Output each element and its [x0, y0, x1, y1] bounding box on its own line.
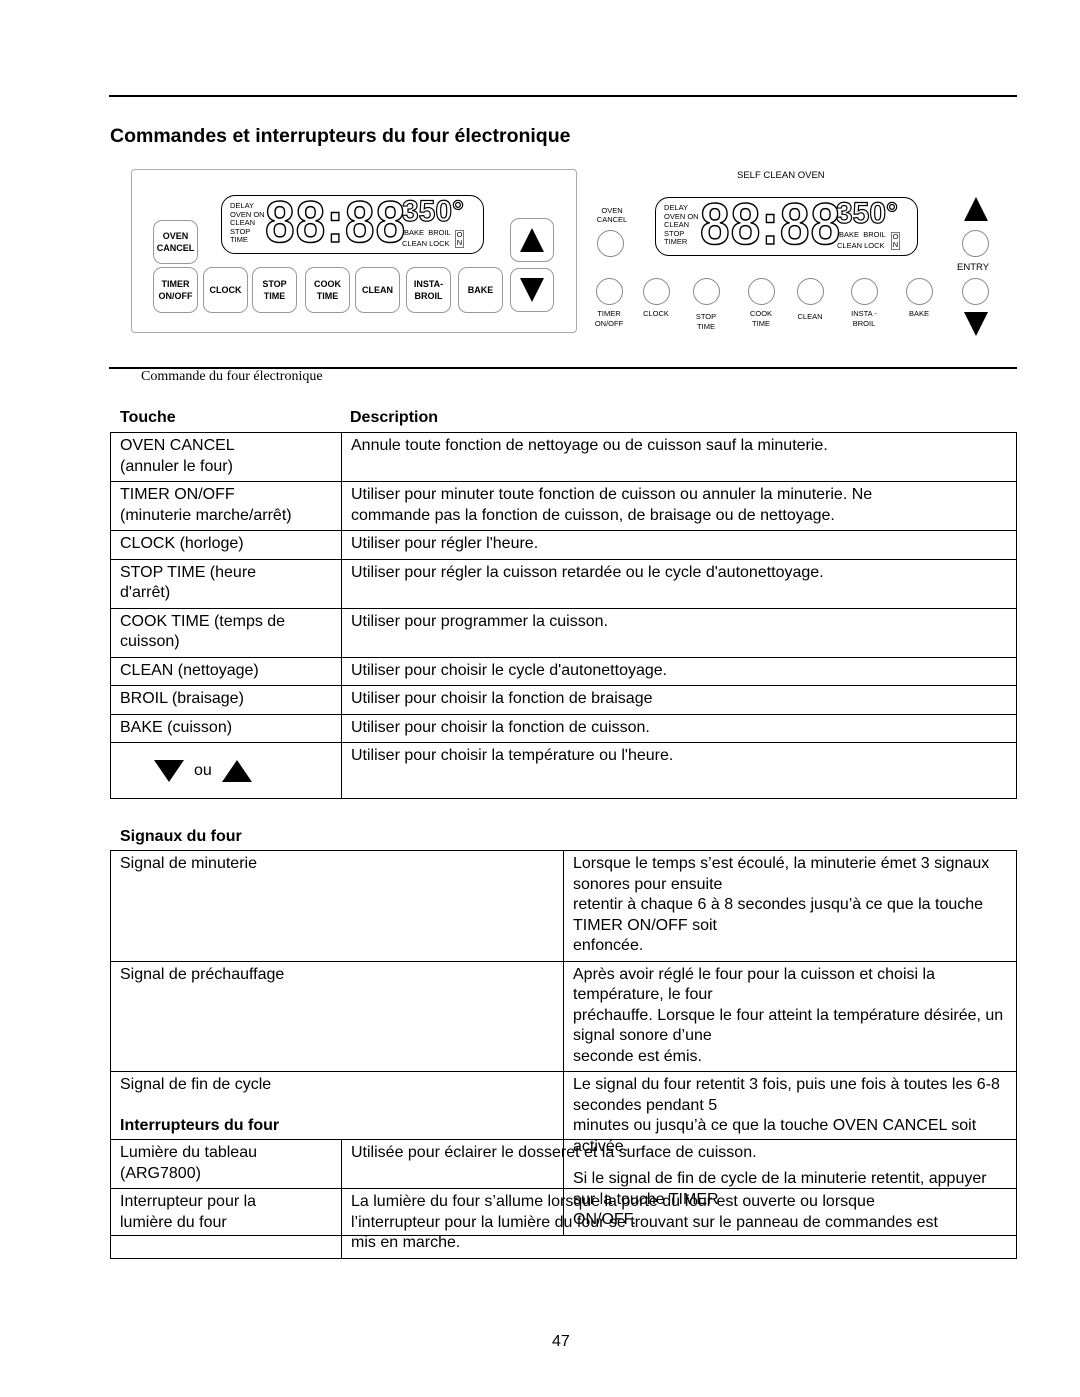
clean-lock-indicator: CLEAN LOCK: [402, 239, 450, 248]
description-cell: Utilisée pour éclairer le dosseret et la…: [341, 1139, 1017, 1189]
clock-key: CLOCK: [203, 267, 248, 313]
label-cell: CLOCK (horloge): [110, 530, 342, 560]
entry-down-pad: [962, 278, 989, 305]
bake-indicator-2: BAKE: [839, 230, 860, 239]
description-cell: Utiliser pour minuter toute fonction de …: [341, 481, 1017, 531]
bake-key: BAKE: [458, 267, 503, 313]
oven-cancel-key: OVEN CANCEL: [153, 220, 198, 264]
broil-indicator-2: BROIL: [863, 230, 886, 239]
bake-indicator: BAKE: [404, 228, 425, 237]
description-cell: Utiliser pour régler la cuisson retardée…: [341, 558, 1017, 609]
display-status-labels-2: DELAY OVEN ON CLEAN STOP TIMER: [664, 203, 699, 247]
clock-digits-2: 88:88: [699, 192, 842, 257]
key-pad: [906, 278, 933, 305]
panel-heading: SELF CLEAN OVEN: [737, 170, 825, 181]
page-number: 47: [552, 1333, 570, 1350]
description-header: Description: [350, 409, 439, 426]
description-cell: Utiliser pour choisir le cycle d'autonet…: [341, 656, 1017, 686]
down-arrow-icon: [520, 278, 544, 302]
table-row: CLOCK (horloge) Utiliser pour régler l'he…: [110, 530, 1017, 560]
table-row: Interrupteur pour la lumière du four La l…: [110, 1188, 1017, 1259]
table-row: TIMER ON/OFF (minuterie marche/arrêt) Uti…: [110, 481, 1017, 531]
up-arrow-icon: [964, 197, 988, 221]
broil-indicator: BROIL: [428, 228, 451, 237]
key-pad: [693, 278, 720, 305]
stop-time-key: STOP TIME: [252, 267, 297, 313]
clean-lock-indicator-2: CLEAN LOCK: [837, 241, 885, 250]
cook-time-key: COOK TIME: [305, 267, 350, 313]
table-row: Signal de préchauffage Après avoir réglé …: [110, 960, 1017, 1072]
key-label: INSTA - BROIL: [851, 309, 877, 328]
description-cell: Lorsque le temps s’est écoulé, la minute…: [563, 850, 1017, 962]
entry-up-pad: [962, 230, 989, 257]
key-label: BAKE: [908, 309, 929, 318]
description-cell: Utiliser pour choisir la fonction de bra…: [341, 685, 1017, 715]
label-cell: Signal de préchauffage: [110, 960, 564, 1072]
clean-key: CLEAN: [355, 267, 400, 313]
table-row: Lumière du tableau (ARG7800) Utilisée pou…: [110, 1139, 1017, 1189]
key-label: STOP TIME: [695, 312, 717, 331]
page-title: Commandes et interrupteurs du four élect…: [110, 125, 571, 147]
table-row: CLEAN (nettoyage) Utiliser pour choisir l…: [110, 656, 1017, 686]
description-cell: Utiliser pour régler l'heure.: [341, 530, 1017, 560]
on-indicator-2: ON: [891, 232, 900, 250]
figure-caption: Commande du four électronique: [141, 369, 323, 384]
ou-text: ou: [194, 761, 212, 779]
display-status-labels: DELAY OVEN ON CLEAN STOP TIME: [230, 201, 265, 245]
up-arrow-icon: [520, 228, 544, 252]
label-cell: TIMER ON/OFF (minuterie marche/arrêt): [110, 481, 342, 531]
clock-digits: 88:88: [264, 190, 407, 255]
description-cell: Annule toute fonction de nettoyage ou de…: [341, 432, 1017, 482]
description-cell: La lumière du four s’allume lorsque la p…: [341, 1188, 1017, 1259]
key-pad: [643, 278, 670, 305]
keys-table: OVEN CANCEL (annuler le four) Annule tout…: [110, 432, 1017, 799]
label-cell: Interrupteur pour la lumière du four: [110, 1188, 342, 1259]
description-cell: Utiliser pour programmer la cuisson.: [341, 607, 1017, 658]
table-row-arrows: ou Utiliser pour choisir la température o…: [110, 742, 1017, 799]
label-cell: OVEN CANCEL (annuler le four): [110, 432, 342, 482]
label-cell: Lumière du tableau (ARG7800): [110, 1139, 342, 1189]
label-cell: BROIL (braisage): [110, 685, 342, 715]
key-pad: [797, 278, 824, 305]
description-cell: Utiliser pour choisir la fonction de cui…: [341, 713, 1017, 743]
table-row: STOP TIME (heure d'arrêt) Utiliser pour r…: [110, 558, 1017, 609]
table-row: BAKE (cuisson) Utiliser pour choisir la f…: [110, 713, 1017, 743]
key-pad: [748, 278, 775, 305]
key-pad: [596, 278, 623, 305]
temp-digits-2: 350°: [835, 197, 899, 230]
oven-cancel-pad: [597, 230, 624, 257]
table-row: OVEN CANCEL (annuler le four) Annule tout…: [110, 432, 1017, 482]
up-key: [510, 218, 554, 262]
entry-label: ENTRY: [957, 262, 990, 273]
down-arrow-icon: [964, 312, 988, 336]
label-cell: CLEAN (nettoyage): [110, 656, 342, 686]
down-arrow-icon: [154, 760, 184, 782]
label-cell: COOK TIME (temps de cuisson): [110, 607, 342, 658]
label-cell: STOP TIME (heure d'arrêt): [110, 558, 342, 609]
label-cell: Signal de minuterie: [110, 850, 564, 962]
table-row: BROIL (braisage) Utiliser pour choisir la…: [110, 685, 1017, 715]
key-label: CLEAN: [797, 312, 823, 321]
key-pad: [851, 278, 878, 305]
temp-digits: 350°: [401, 195, 465, 228]
on-indicator: ON: [455, 230, 464, 248]
signaux-header: Signaux du four: [120, 828, 242, 845]
oven-cancel-label: OVEN CANCEL: [596, 206, 628, 224]
interrupteurs-table: Lumière du tableau (ARG7800) Utilisée pou…: [110, 1139, 1017, 1259]
label-cell: BAKE (cuisson): [110, 713, 342, 743]
description-cell: Utiliser pour choisir la température ou …: [341, 742, 1017, 799]
table-row: Signal de minuterie Lorsque le temps s’es…: [110, 850, 1017, 962]
top-rule: [109, 95, 1017, 97]
description-cell: Après avoir réglé le four pour la cuisso…: [563, 960, 1017, 1072]
interrupteurs-header: Interrupteurs du four: [120, 1117, 280, 1134]
up-arrow-icon: [221, 760, 252, 782]
down-key: [510, 268, 554, 312]
touche-header: Touche: [120, 409, 176, 426]
table-row: COOK TIME (temps de cuisson) Utiliser pou…: [110, 607, 1017, 658]
timer-key: TIMER ON/OFF: [153, 267, 198, 313]
insta-broil-key: INSTA- BROIL: [406, 267, 451, 313]
arrows-cell: ou: [110, 742, 342, 799]
